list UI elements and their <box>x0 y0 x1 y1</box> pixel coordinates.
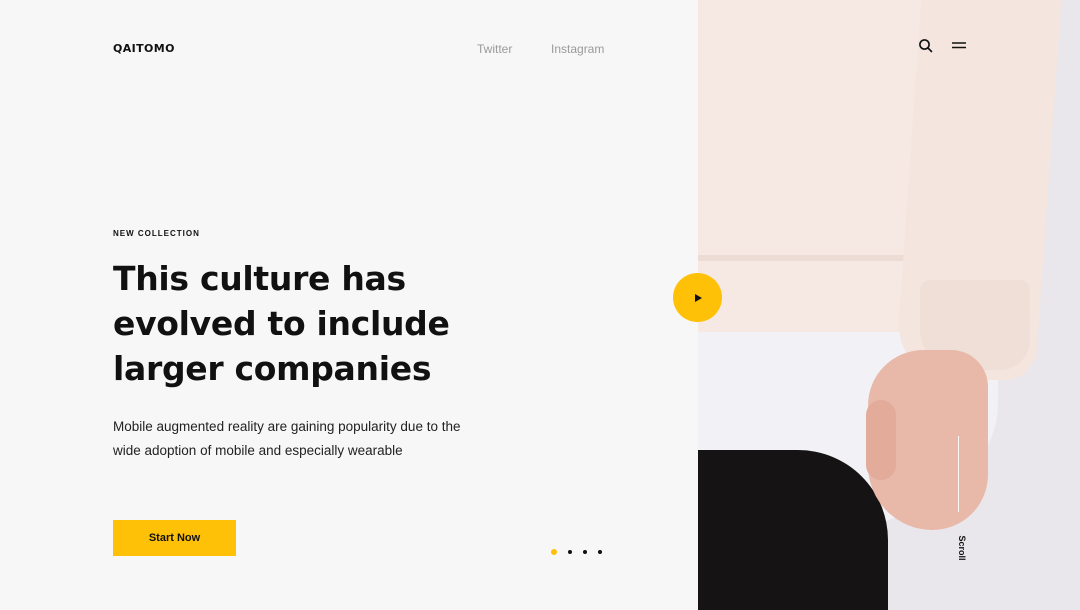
hero-description: Mobile augmented reality are gaining pop… <box>113 419 461 458</box>
brand-logo[interactable]: QAITOMO <box>113 42 175 55</box>
hero-photo <box>698 0 1080 610</box>
photo-pants <box>698 450 888 610</box>
scroll-line <box>958 436 959 512</box>
carousel-dot-2[interactable] <box>568 550 572 554</box>
start-now-button[interactable]: Start Now <box>113 520 236 556</box>
photo-sweater-band <box>698 255 938 261</box>
carousel-dots <box>551 549 602 555</box>
instagram-link[interactable]: Instagram <box>551 42 604 56</box>
play-button[interactable] <box>673 273 722 322</box>
photo-finger <box>866 400 896 480</box>
scroll-indicator[interactable]: Scroll <box>957 533 967 563</box>
hero-headline: This culture has evolved to include larg… <box>113 259 450 388</box>
search-icon[interactable] <box>917 37 935 55</box>
carousel-dot-3[interactable] <box>583 550 587 554</box>
carousel-dot-4[interactable] <box>598 550 602 554</box>
play-icon <box>694 293 702 302</box>
menu-icon[interactable] <box>950 37 968 55</box>
collection-eyebrow: NEW COLLECTION <box>113 229 200 238</box>
twitter-link[interactable]: Twitter <box>477 42 512 56</box>
carousel-dot-1[interactable] <box>551 549 557 555</box>
